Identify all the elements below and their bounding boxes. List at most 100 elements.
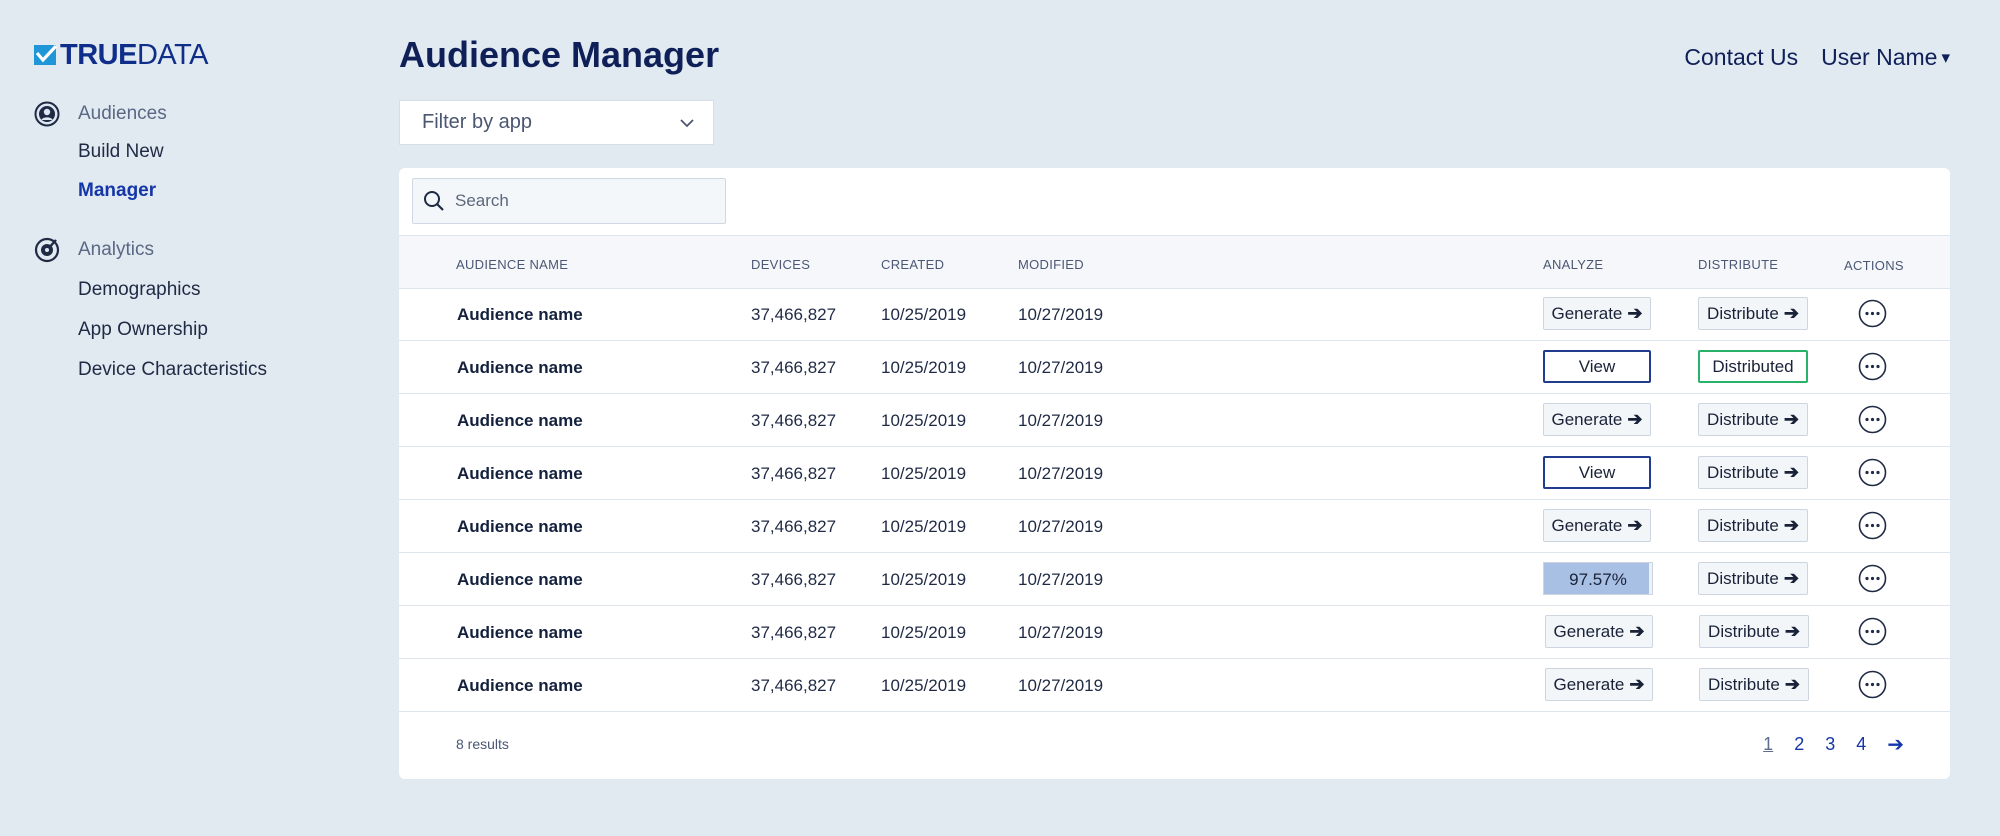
devices-cell: 37,466,827 [751,570,837,589]
table-row[interactable]: Audience name 37,466,827 10/25/2019 10/27/2… [399,553,1950,606]
column-header-actions: ACTIONS [1844,258,1904,273]
sidebar-item-device-characteristics[interactable]: Device Characteristics [78,359,267,381]
user-menu[interactable]: User Name ▾ [1821,44,1950,71]
search-input[interactable] [455,191,705,211]
distribute-button[interactable]: Distribute ➔ [1698,562,1808,595]
page-title: Audience Manager [399,34,720,75]
more-horizontal-icon[interactable] [1858,511,1887,540]
column-header-distribute: DISTRIBUTE [1698,257,1779,272]
progress-percent-label: 97.57% [1569,570,1627,589]
table-row[interactable]: Audience name 37,466,827 10/25/2019 10/27/2… [399,500,1950,553]
table-header: AUDIENCE NAME DEVICES CREATED MODIFIED A… [399,235,1950,289]
view-analysis-button[interactable]: View [1543,350,1651,383]
table-row[interactable]: Audience name 37,466,827 10/25/2019 10/27/2… [399,288,1950,341]
arrow-right-icon: ➔ [1629,674,1645,694]
generate-button[interactable]: Generate ➔ [1545,615,1653,648]
distribute-button[interactable]: Distribute ➔ [1698,297,1808,330]
arrow-right-icon: ➔ [1783,462,1799,482]
header-links: Contact Us User Name ▾ [1684,44,1950,71]
audience-name-cell[interactable]: Audience name [457,517,583,537]
modified-date-cell: 10/27/2019 [1018,464,1104,483]
created-date-cell: 10/25/2019 [881,305,967,324]
button-label: Distributed [1712,356,1794,376]
audience-name-cell[interactable]: Audience name [457,411,583,431]
arrow-right-icon: ➔ [1783,568,1799,588]
created-date-cell: 10/25/2019 [881,358,967,377]
generate-button[interactable]: Generate ➔ [1543,403,1651,436]
arrow-right-icon: ➔ [1783,303,1799,323]
sidebar-item-build-new[interactable]: Build New [78,141,164,163]
column-header-audience-name[interactable]: AUDIENCE NAME [456,257,568,272]
table-row[interactable]: Audience name 37,466,827 10/25/2019 10/27/2… [399,394,1950,447]
search-icon [424,191,444,211]
column-header-created[interactable]: CREATED [881,257,944,272]
button-label: Generate [1553,674,1625,694]
column-header-modified[interactable]: MODIFIED [1018,257,1084,272]
caret-down-icon: ▾ [1941,47,1950,67]
sidebar-item-manager[interactable]: Manager [78,180,156,202]
table-row[interactable]: Audience name 37,466,827 10/25/2019 10/27/2… [399,341,1950,394]
distribute-button[interactable]: Distribute ➔ [1698,403,1808,436]
distribute-button[interactable]: Distribute ➔ [1699,615,1809,648]
view-analysis-button[interactable]: View [1543,456,1651,489]
search-box[interactable] [412,178,726,224]
distribute-button[interactable]: Distribute ➔ [1698,509,1808,542]
audience-name-cell[interactable]: Audience name [457,358,583,378]
truedata-logo[interactable]: TRUEDATA [34,39,209,71]
contact-us-link[interactable]: Contact Us [1684,44,1798,71]
created-date-cell: 10/25/2019 [881,411,967,430]
table-row[interactable]: Audience name 37,466,827 10/25/2019 10/27/2… [399,606,1950,659]
audience-name-cell[interactable]: Audience name [457,464,583,484]
button-label: Distribute [1707,409,1779,429]
distribute-button[interactable]: Distribute ➔ [1699,668,1809,701]
audience-name-cell[interactable]: Audience name [457,676,583,696]
more-horizontal-icon[interactable] [1858,352,1887,381]
distribute-button[interactable]: Distribute ➔ [1698,456,1808,489]
logo-text-data: DATA [136,39,209,71]
page-link-3[interactable]: 3 [1825,734,1835,755]
page-link-1[interactable]: 1 [1763,734,1773,755]
arrow-right-icon: ➔ [1627,409,1643,429]
modified-date-cell: 10/27/2019 [1018,570,1104,589]
more-horizontal-icon[interactable] [1858,564,1887,593]
generate-button[interactable]: Generate ➔ [1543,297,1651,330]
audience-name-cell[interactable]: Audience name [457,570,583,590]
arrow-right-icon: ➔ [1629,621,1645,641]
created-date-cell: 10/25/2019 [881,676,967,695]
button-label: View [1578,462,1616,482]
button-label: Generate [1551,409,1623,429]
column-header-devices[interactable]: DEVICES [751,257,810,272]
modified-date-cell: 10/27/2019 [1018,676,1104,695]
page-link-4[interactable]: 4 [1856,734,1866,755]
modified-date-cell: 10/27/2019 [1018,305,1104,324]
more-horizontal-icon[interactable] [1858,670,1887,699]
more-horizontal-icon[interactable] [1858,405,1887,434]
more-horizontal-icon[interactable] [1858,299,1887,328]
user-circle-icon [34,101,60,127]
sidebar-item-app-ownership[interactable]: App Ownership [78,319,208,341]
more-horizontal-icon[interactable] [1858,458,1887,487]
more-horizontal-icon[interactable] [1858,617,1887,646]
arrow-right-icon: ➔ [1783,515,1799,535]
modified-date-cell: 10/27/2019 [1018,517,1104,536]
page-link-2[interactable]: 2 [1794,734,1804,755]
button-label: Distribute [1708,621,1780,641]
audience-name-cell[interactable]: Audience name [457,305,583,325]
generate-button[interactable]: Generate ➔ [1545,668,1653,701]
created-date-cell: 10/25/2019 [881,623,967,642]
arrow-right-icon: ➔ [1627,515,1643,535]
next-page-arrow-icon[interactable]: ➔ [1887,732,1904,757]
distributed-status-button[interactable]: Distributed [1698,350,1808,383]
created-date-cell: 10/25/2019 [881,570,967,589]
sidebar-section-label: Audiences [78,103,167,124]
button-label: Distribute [1707,462,1779,482]
generate-button[interactable]: Generate ➔ [1543,509,1651,542]
created-date-cell: 10/25/2019 [881,464,967,483]
filter-by-app-dropdown[interactable]: Filter by app [399,100,714,145]
sidebar-section-label: Analytics [78,239,155,260]
audience-name-cell[interactable]: Audience name [457,623,583,643]
table-row[interactable]: Audience name 37,466,827 10/25/2019 10/27/2… [399,447,1950,500]
devices-cell: 37,466,827 [751,358,837,377]
sidebar-item-demographics[interactable]: Demographics [78,279,201,301]
table-row[interactable]: Audience name 37,466,827 10/25/2019 10/27/2… [399,659,1950,712]
